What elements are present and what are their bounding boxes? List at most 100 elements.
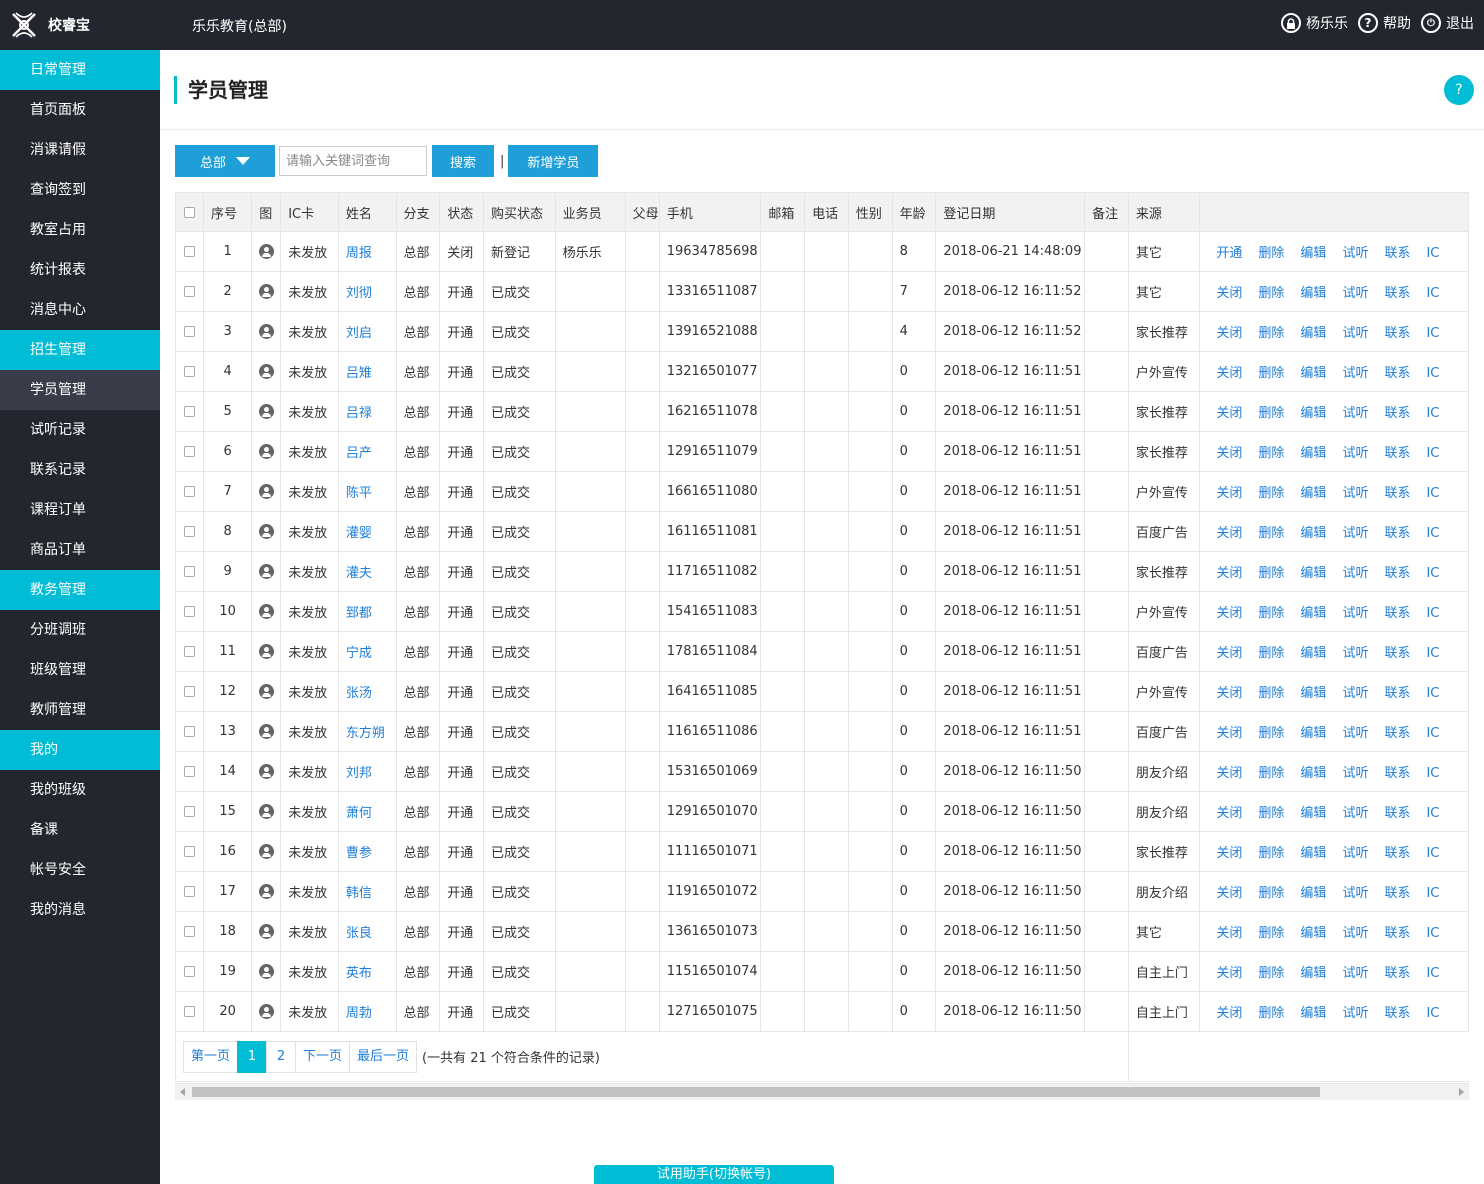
user-avatar-icon[interactable] (258, 564, 274, 579)
toggle-status-link[interactable]: 关闭 (1216, 686, 1242, 701)
column-header[interactable]: 购买状态 (483, 192, 556, 232)
toggle-status-link[interactable]: 关闭 (1216, 846, 1242, 861)
trial-link[interactable]: 试听 (1342, 846, 1368, 861)
sidebar-item[interactable]: 查询签到 (0, 170, 160, 210)
trial-link[interactable]: 试听 (1342, 726, 1368, 741)
row-checkbox[interactable] (183, 446, 195, 457)
sidebar-item[interactable]: 教师管理 (0, 690, 160, 730)
sidebar-item[interactable]: 消息中心 (0, 290, 160, 330)
column-header[interactable]: 分支 (395, 192, 441, 232)
toggle-status-link[interactable]: 关闭 (1216, 366, 1242, 381)
row-checkbox[interactable] (183, 406, 195, 417)
trial-link[interactable]: 试听 (1342, 886, 1368, 901)
user-avatar-icon[interactable] (258, 644, 274, 659)
column-header[interactable]: IC卡 (280, 192, 339, 232)
ic-link[interactable]: IC (1426, 646, 1439, 661)
contact-link[interactable]: 联系 (1384, 886, 1410, 901)
row-checkbox[interactable] (183, 246, 195, 257)
ic-link[interactable]: IC (1426, 326, 1439, 341)
sidebar-item[interactable]: 商品订单 (0, 530, 160, 570)
search-button[interactable]: 搜索 (432, 145, 494, 177)
student-table-container[interactable]: 序号图 IC卡 姓名 分支 状态 购买状态 业务员 父母 手机 邮箱 电话 性别 年龄 登记日期 备注 来源 … (175, 192, 1469, 1100)
column-header[interactable]: 电话 (804, 192, 849, 232)
scroll-left-icon[interactable] (180, 1088, 185, 1096)
ic-link[interactable]: IC (1426, 726, 1439, 741)
toggle-status-link[interactable]: 关闭 (1216, 326, 1242, 341)
trial-link[interactable]: 试听 (1342, 566, 1368, 581)
row-checkbox[interactable] (183, 526, 195, 537)
user-avatar-icon[interactable] (258, 1004, 274, 1019)
edit-link[interactable]: 编辑 (1300, 286, 1326, 301)
ic-link[interactable]: IC (1426, 846, 1439, 861)
column-header[interactable]: 状态 (439, 192, 485, 232)
trial-link[interactable]: 试听 (1342, 606, 1368, 621)
student-name-link[interactable]: 吕产 (346, 446, 372, 461)
trial-link[interactable]: 试听 (1342, 646, 1368, 661)
edit-link[interactable]: 编辑 (1300, 966, 1326, 981)
toggle-status-link[interactable]: 关闭 (1216, 446, 1242, 461)
sidebar-item[interactable]: 学员管理 (0, 370, 160, 410)
contact-link[interactable]: 联系 (1384, 486, 1410, 501)
next-page-link[interactable]: 下一页 (295, 1040, 351, 1073)
search-input[interactable] (279, 146, 427, 176)
contact-link[interactable]: 联系 (1384, 246, 1410, 261)
contact-link[interactable]: 联系 (1384, 526, 1410, 541)
sidebar-group[interactable]: 教务管理 (0, 570, 160, 610)
edit-link[interactable]: 编辑 (1300, 1006, 1326, 1021)
row-checkbox[interactable] (183, 326, 195, 337)
column-header[interactable]: 序号 (202, 192, 253, 232)
student-name-link[interactable]: 张良 (346, 926, 372, 941)
sidebar-item[interactable]: 联系记录 (0, 450, 160, 490)
toggle-status-link[interactable]: 关闭 (1216, 766, 1242, 781)
sidebar-item[interactable]: 课程订单 (0, 490, 160, 530)
student-name-link[interactable]: 英布 (346, 966, 372, 981)
sidebar-item[interactable]: 班级管理 (0, 650, 160, 690)
contact-link[interactable]: 联系 (1384, 806, 1410, 821)
edit-link[interactable]: 编辑 (1300, 926, 1326, 941)
trial-link[interactable]: 试听 (1342, 246, 1368, 261)
trial-link[interactable]: 试听 (1342, 326, 1368, 341)
delete-link[interactable]: 删除 (1258, 766, 1284, 781)
toggle-status-link[interactable]: 关闭 (1216, 286, 1242, 301)
student-name-link[interactable]: 韩信 (346, 886, 372, 901)
toggle-status-link[interactable]: 关闭 (1216, 886, 1242, 901)
edit-link[interactable]: 编辑 (1300, 366, 1326, 381)
row-checkbox[interactable] (183, 726, 195, 737)
logo[interactable]: 校睿宝 (10, 10, 90, 40)
page-number-link[interactable]: 2 (266, 1040, 297, 1073)
column-header[interactable]: 业务员 (554, 192, 626, 232)
first-page-link[interactable]: 第一页 (183, 1040, 239, 1073)
logout-link[interactable]: ⏻ 退出 (1421, 13, 1474, 33)
edit-link[interactable]: 编辑 (1300, 246, 1326, 261)
trial-link[interactable]: 试听 (1342, 806, 1368, 821)
help-link[interactable]: ? 帮助 (1358, 13, 1411, 33)
delete-link[interactable]: 删除 (1258, 926, 1284, 941)
delete-link[interactable]: 删除 (1258, 366, 1284, 381)
user-avatar-icon[interactable] (258, 484, 274, 499)
column-header[interactable]: 图 (251, 192, 282, 232)
row-checkbox[interactable] (183, 886, 195, 897)
edit-link[interactable]: 编辑 (1300, 726, 1326, 741)
sidebar-item[interactable]: 我的班级 (0, 770, 160, 810)
user-avatar-icon[interactable] (258, 284, 274, 299)
toggle-status-link[interactable]: 关闭 (1216, 566, 1242, 581)
row-checkbox[interactable] (183, 926, 195, 937)
delete-link[interactable]: 删除 (1258, 286, 1284, 301)
student-name-link[interactable]: 周勃 (346, 1006, 372, 1021)
user-avatar-icon[interactable] (258, 764, 274, 779)
edit-link[interactable]: 编辑 (1300, 806, 1326, 821)
sidebar-item[interactable]: 统计报表 (0, 250, 160, 290)
edit-link[interactable]: 编辑 (1300, 606, 1326, 621)
student-name-link[interactable]: 张汤 (346, 686, 372, 701)
contact-link[interactable]: 联系 (1384, 926, 1410, 941)
row-checkbox[interactable] (183, 686, 195, 697)
column-header[interactable]: 性别 (847, 192, 893, 232)
delete-link[interactable]: 删除 (1258, 526, 1284, 541)
sidebar-group[interactable]: 日常管理 (0, 50, 160, 90)
edit-link[interactable]: 编辑 (1300, 446, 1326, 461)
student-name-link[interactable]: 郅都 (346, 606, 372, 621)
delete-link[interactable]: 删除 (1258, 646, 1284, 661)
student-name-link[interactable]: 萧何 (346, 806, 372, 821)
toggle-status-link[interactable]: 关闭 (1216, 646, 1242, 661)
row-checkbox[interactable] (183, 846, 195, 857)
